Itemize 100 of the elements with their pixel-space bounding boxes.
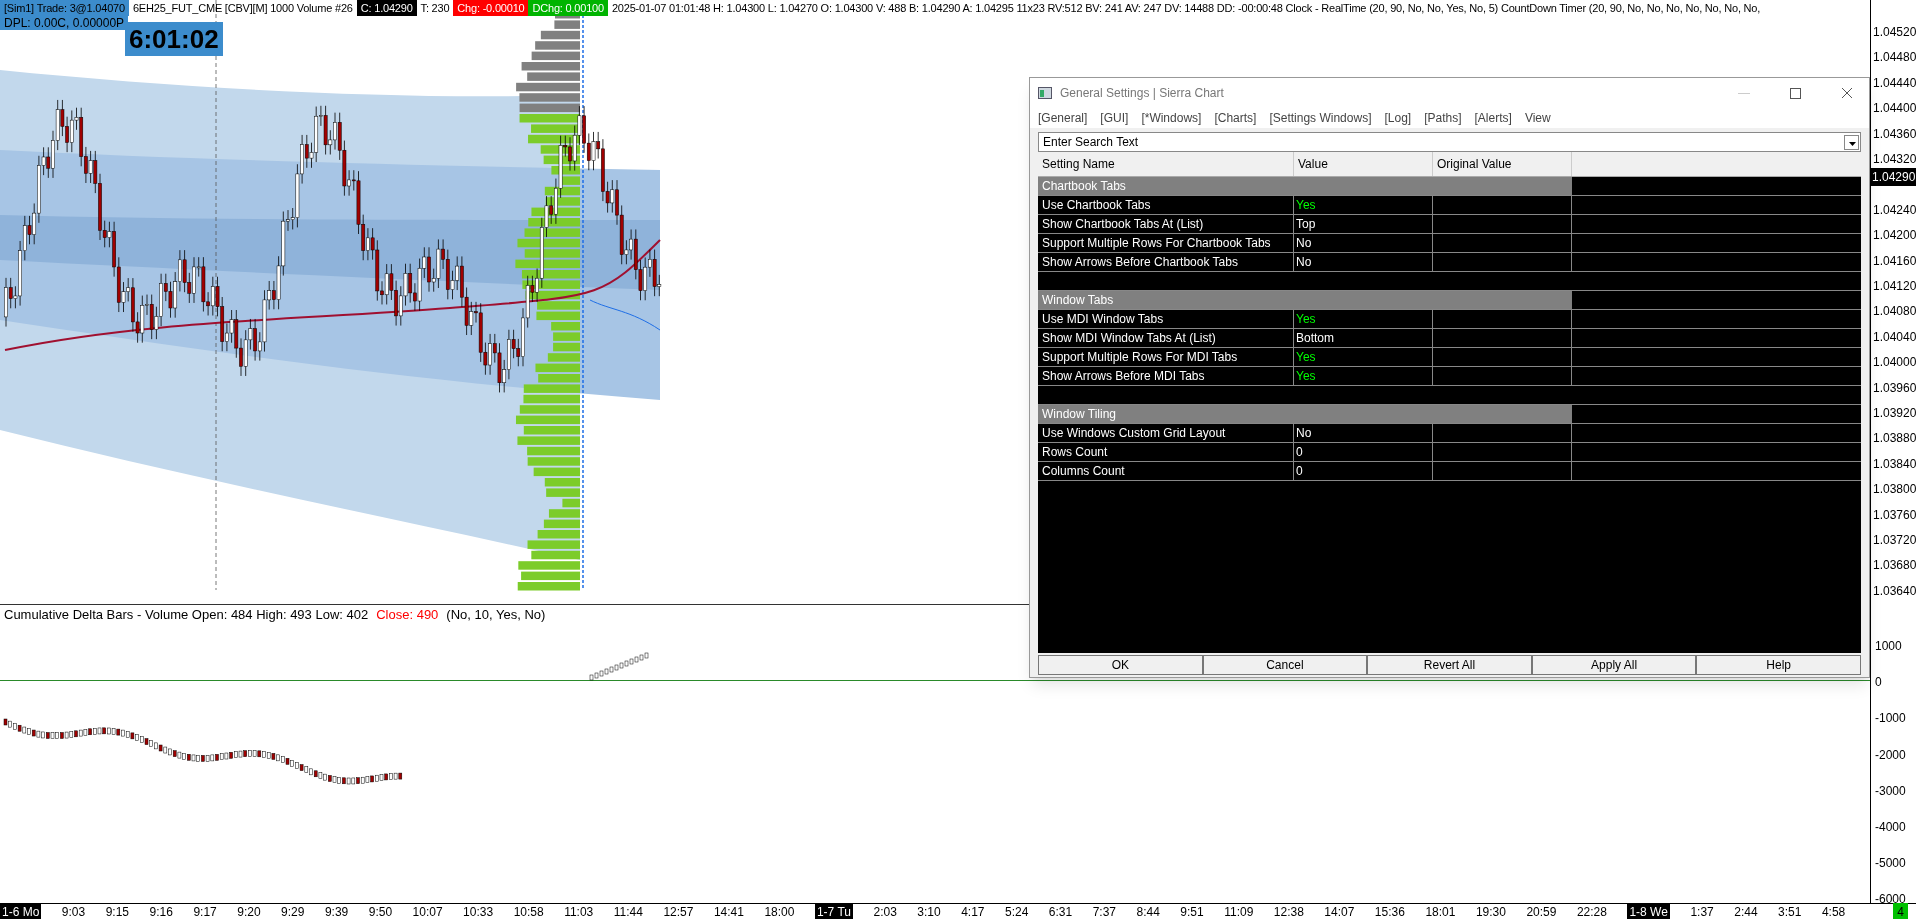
menu-item[interactable]: View <box>1524 109 1551 127</box>
dialog-button[interactable]: Revert All <box>1367 655 1532 675</box>
time-label: 2:03 <box>873 903 897 919</box>
time-label: 8:44 <box>1136 903 1160 919</box>
time-label: 9:50 <box>368 903 393 919</box>
menu-item[interactable]: [Settings Windows] <box>1269 109 1372 127</box>
price-label: 1.03840 <box>1873 455 1916 473</box>
setting-value[interactable]: No <box>1294 234 1433 252</box>
price-label: 1.03760 <box>1873 506 1916 524</box>
setting-name[interactable]: Columns Count <box>1038 462 1294 480</box>
band-line <box>589 299 661 331</box>
time-label: 12:57 <box>663 903 694 919</box>
delta-label: -3000 <box>1875 782 1906 800</box>
time-label: 20:59 <box>1526 903 1557 919</box>
search-field[interactable]: Enter Search Text <box>1038 132 1861 152</box>
setting-value[interactable]: Top <box>1294 215 1433 233</box>
price-label: 1.04520 <box>1873 24 1916 41</box>
close-icon[interactable] <box>1841 87 1853 99</box>
delta-label: -4000 <box>1875 819 1906 836</box>
price-label: 1.04160 <box>1873 252 1916 270</box>
study-info-text: (No, 10, Yes, No) <box>446 606 546 625</box>
price-label: 1.04080 <box>1873 303 1916 321</box>
menu-item[interactable]: [*Windows] <box>1141 109 1202 127</box>
delta-label: 0 <box>1875 674 1882 692</box>
setting-value[interactable]: Bottom <box>1294 329 1433 347</box>
time-label: 5:24 <box>1005 903 1029 919</box>
time-label: 10:07 <box>412 903 443 919</box>
menu-item[interactable]: [Charts] <box>1214 109 1257 127</box>
price-label: 1.03640 <box>1873 582 1916 600</box>
setting-value[interactable]: Yes <box>1294 196 1433 214</box>
price-label: 1.03720 <box>1873 532 1916 549</box>
setting-value[interactable]: No <box>1294 253 1433 271</box>
setting-name[interactable]: Show Arrows Before MDI Tabs <box>1038 367 1294 385</box>
chart-info-text: T: 230 <box>419 1 451 16</box>
app-icon <box>1038 87 1052 99</box>
chart-info-text: 6EH25_FUT_CME [CBV][M] 1000 Volume #26 <box>131 1 354 16</box>
section-header: Window Tabs <box>1038 291 1572 309</box>
time-label: 19:30 <box>1475 903 1506 919</box>
menu-item[interactable]: [Log] <box>1384 109 1412 127</box>
time-label: 9:51 <box>1180 903 1204 919</box>
clock-text: 6:01:02 <box>125 22 223 56</box>
setting-name[interactable]: Support Multiple Rows For Chartbook Tabs <box>1038 234 1294 252</box>
delta-label: -1000 <box>1875 710 1906 728</box>
delta-label: -5000 <box>1875 855 1906 873</box>
dialog-button[interactable]: OK <box>1038 655 1203 675</box>
study-info-text: Cumulative Delta Bars - Volume Open: 484 High: 493 Low: 402 <box>4 606 369 625</box>
section-header: Chartbook Tabs <box>1038 177 1572 195</box>
dialog-button[interactable]: Apply All <box>1531 655 1697 675</box>
maximize-icon[interactable] <box>1790 87 1801 99</box>
time-label: 14:41 <box>713 903 744 919</box>
delta-label: -2000 <box>1875 746 1906 764</box>
time-label: 10:33 <box>463 903 494 919</box>
time-label: 9:20 <box>237 903 261 919</box>
setting-value[interactable]: Yes <box>1294 348 1433 366</box>
setting-value[interactable]: Yes <box>1294 367 1433 385</box>
time-label: 2:44 <box>1734 903 1758 919</box>
chart-info-text: C: 1.04290 <box>356 0 417 16</box>
time-label: 1-6 Mo <box>0 902 42 919</box>
column-header[interactable]: Value <box>1294 152 1433 176</box>
setting-name[interactable]: Show Chartbook Tabs At (List) <box>1038 215 1294 233</box>
menu-item[interactable]: [General] <box>1038 109 1088 127</box>
setting-name[interactable]: Show Arrows Before Chartbook Tabs <box>1038 253 1294 271</box>
setting-value[interactable]: No <box>1294 424 1433 442</box>
time-label: 22:28 <box>1576 903 1607 919</box>
time-label: 11:44 <box>613 903 643 919</box>
time-label: 1-7 Tu <box>814 902 853 919</box>
price-label: 1.04320 <box>1873 151 1916 168</box>
position-text: DPL: 0.00C, 0.00000P <box>0 16 129 30</box>
column-header[interactable]: Original Value <box>1433 152 1572 176</box>
time-label: 1-8 We <box>1627 902 1670 919</box>
column-header[interactable]: Setting Name <box>1038 152 1294 176</box>
dialog-button[interactable]: Cancel <box>1202 655 1368 675</box>
delta-label: 1000 <box>1875 638 1902 655</box>
time-label: 9:17 <box>193 903 217 919</box>
time-label: 10:58 <box>513 903 544 919</box>
price-label: 1.04200 <box>1873 227 1916 245</box>
setting-name[interactable]: Use Chartbook Tabs <box>1038 196 1294 214</box>
price-label: 1.04000 <box>1873 354 1916 372</box>
setting-value[interactable]: Yes <box>1294 310 1433 328</box>
chart-info-text: Chg: -0.00010 <box>453 0 529 16</box>
setting-value[interactable]: 0 <box>1294 443 1433 461</box>
setting-name[interactable]: Support Multiple Rows For MDI Tabs <box>1038 348 1294 366</box>
menu-item[interactable]: [Paths] <box>1424 109 1462 127</box>
setting-name[interactable]: Rows Count <box>1038 443 1294 461</box>
price-label: 1.03800 <box>1873 481 1916 499</box>
setting-name[interactable]: Use Windows Custom Grid Layout <box>1038 424 1294 442</box>
time-label: 9:03 <box>61 903 86 919</box>
menu-item[interactable]: [GUI] <box>1100 109 1129 127</box>
setting-value[interactable]: 0 <box>1294 462 1433 480</box>
dialog-button[interactable]: Help <box>1696 655 1861 675</box>
menu-item[interactable]: [Alerts] <box>1474 109 1512 127</box>
time-label: 6:31 <box>1048 903 1073 919</box>
price-label: 1.03880 <box>1873 430 1916 448</box>
study-info-text: Close: 490 <box>376 606 439 625</box>
time-label: 15:36 <box>1374 903 1405 919</box>
time-label: 9:15 <box>105 903 130 919</box>
setting-name[interactable]: Show MDI Window Tabs At (List) <box>1038 329 1294 347</box>
time-label: 4:17 <box>961 903 985 919</box>
price-label: 1.04040 <box>1873 328 1916 346</box>
setting-name[interactable]: Use MDI Window Tabs <box>1038 310 1294 328</box>
